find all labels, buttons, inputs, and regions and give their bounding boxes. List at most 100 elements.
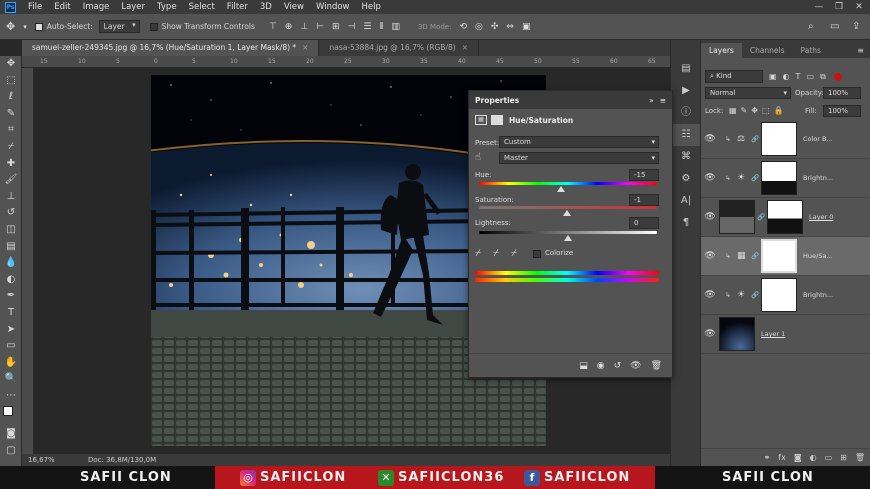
play-actions-icon[interactable]: ▶: [671, 80, 701, 102]
layer-mask-thumbnail[interactable]: [761, 239, 797, 273]
auto-align-icon[interactable]: ▥: [391, 22, 400, 32]
visibility-eye-icon[interactable]: 👁: [701, 173, 719, 183]
visibility-eye-icon[interactable]: 👁: [701, 134, 719, 144]
type-filter-icon[interactable]: T: [796, 72, 801, 81]
blur-tool-icon[interactable]: 💧: [0, 255, 22, 272]
restore-button[interactable]: ❐: [832, 0, 846, 14]
eraser-tool-icon[interactable]: ◫: [0, 222, 22, 239]
properties-icon[interactable]: ☷: [671, 124, 701, 146]
lightness-slider-thumb[interactable]: [564, 235, 572, 241]
visibility-eye-icon[interactable]: 👁: [701, 251, 719, 261]
show-transform-checkbox[interactable]: [149, 22, 158, 31]
distribute-icon[interactable]: ☰: [363, 22, 371, 32]
quick-mask-icon[interactable]: ◙: [0, 426, 22, 443]
menu-view[interactable]: View: [278, 2, 310, 12]
view-previous-icon[interactable]: ◉: [597, 361, 605, 371]
menu-filter[interactable]: Filter: [221, 2, 254, 12]
saturation-input[interactable]: -1: [629, 194, 659, 206]
layer-name[interactable]: Layer 1: [761, 330, 785, 338]
adjustment-layer-icon[interactable]: ▦: [475, 115, 487, 125]
pixel-filter-icon[interactable]: ▣: [769, 72, 777, 81]
saturation-slider-thumb[interactable]: [563, 210, 572, 216]
stamp-tool-icon[interactable]: ⊥: [0, 189, 22, 206]
screen-mode-icon[interactable]: ▢: [0, 443, 22, 460]
move-tool-icon[interactable]: ✥: [6, 20, 15, 33]
trash-icon[interactable]: 🗑: [855, 453, 865, 462]
mask-icon[interactable]: [491, 115, 503, 125]
layer-name[interactable]: Brightn...: [803, 174, 833, 182]
layer-name[interactable]: Color B...: [803, 135, 833, 143]
foreground-color-swatch[interactable]: [3, 406, 13, 417]
smart-filter-icon[interactable]: ⧉: [820, 72, 826, 82]
move-tool-icon[interactable]: ✥: [0, 56, 22, 73]
layer-row[interactable]: 👁 ↳ ☀ 🔗 Brightn...: [701, 159, 870, 198]
adjustments-icon[interactable]: ⚙: [671, 168, 701, 190]
tab-nasa[interactable]: nasa-53884.jpg @ 16,7% (RGB/8) ×: [319, 40, 479, 56]
3d-slide-icon[interactable]: ⇔: [506, 22, 514, 32]
zoom-level[interactable]: 16,67%: [28, 456, 68, 464]
add-mask-icon[interactable]: ◙: [794, 453, 802, 462]
layer-row[interactable]: 👁 ↳ ☀ 🔗 Brightn...: [701, 276, 870, 315]
close-tab-icon[interactable]: ×: [462, 43, 468, 52]
eyedropper-icon[interactable]: ⌿: [475, 248, 481, 259]
type-tool-icon[interactable]: T: [0, 305, 22, 322]
blend-mode-dropdown[interactable]: Normal ▾: [705, 87, 791, 99]
align-hcenter-icon[interactable]: ⊞: [332, 22, 340, 32]
colorize-checkbox[interactable]: [533, 250, 541, 258]
preset-dropdown[interactable]: Custom ▾: [499, 136, 659, 148]
brush-settings-icon[interactable]: ⌘: [671, 146, 701, 168]
3d-scale-icon[interactable]: ▣: [522, 22, 531, 32]
eyedropper-plus-icon[interactable]: ⌿: [493, 248, 499, 259]
visibility-eye-icon[interactable]: 👁: [701, 329, 719, 339]
history-icon[interactable]: ▤: [671, 58, 701, 80]
fx-icon[interactable]: fx: [778, 453, 786, 462]
layer-row[interactable]: 👁 ↳ ⚖ 🔗 Color B...: [701, 120, 870, 159]
menu-image[interactable]: Image: [77, 2, 116, 12]
brush-tool-icon[interactable]: 🖌: [0, 172, 22, 189]
info-icon[interactable]: ⓘ: [671, 102, 701, 124]
layer-row-selected[interactable]: 👁 ↳ ▦ 🔗 Hue/Sa...: [701, 237, 870, 276]
kind-filter-dropdown[interactable]: ⌕ Kind: [705, 70, 763, 83]
saturation-slider[interactable]: [479, 206, 657, 209]
eyedropper-tool-icon[interactable]: ⌿: [0, 139, 22, 156]
new-layer-icon[interactable]: ⊞: [840, 453, 847, 462]
tab-layers[interactable]: Layers: [701, 43, 742, 58]
lasso-tool-icon[interactable]: ℓ: [0, 89, 22, 106]
shape-filter-icon[interactable]: ▭: [806, 72, 814, 81]
lightness-input[interactable]: 0: [629, 217, 659, 229]
paragraph-icon[interactable]: ¶: [671, 212, 701, 234]
search-icon[interactable]: ⌕: [808, 21, 814, 32]
menu-type[interactable]: Type: [151, 2, 183, 12]
quick-select-tool-icon[interactable]: ✎: [0, 106, 22, 123]
align-right-icon[interactable]: ⊣: [348, 22, 356, 32]
zoom-tool-icon[interactable]: 🔍: [0, 371, 22, 388]
clip-to-layer-icon[interactable]: ⬓: [579, 361, 588, 371]
menu-edit[interactable]: Edit: [48, 2, 76, 12]
layer-row[interactable]: 👁 Layer 1: [701, 315, 870, 354]
fill-input[interactable]: 100%: [823, 105, 861, 117]
pen-tool-icon[interactable]: ✒: [0, 288, 22, 305]
trash-icon[interactable]: 🗑: [651, 361, 662, 371]
menu-window[interactable]: Window: [310, 2, 356, 12]
hue-slider[interactable]: [479, 182, 657, 185]
color-swatches[interactable]: [0, 404, 22, 426]
targeted-adjustment-hand-icon[interactable]: ☝: [475, 152, 481, 163]
new-group-icon[interactable]: ▭: [825, 453, 833, 462]
menu-file[interactable]: File: [22, 2, 48, 12]
layer-mask-thumbnail[interactable]: [761, 278, 797, 312]
new-adjustment-icon[interactable]: ◐: [810, 453, 817, 462]
healing-tool-icon[interactable]: ✚: [0, 156, 22, 173]
layer-thumbnail[interactable]: [719, 317, 755, 351]
3d-pan-icon[interactable]: ✣: [491, 22, 499, 32]
tool-preset-chevron-icon[interactable]: ▾: [23, 23, 27, 31]
layer-mask-thumbnail[interactable]: [761, 122, 797, 156]
history-brush-icon[interactable]: ↺: [0, 205, 22, 222]
minimize-button[interactable]: —: [812, 0, 826, 14]
align-bottom-icon[interactable]: ⊥: [300, 22, 308, 32]
lock-icons[interactable]: ▦✎✥⬚🔒: [729, 106, 787, 115]
auto-select-dropdown[interactable]: Layer: [98, 20, 140, 33]
workspace-icon[interactable]: ▭: [830, 21, 839, 32]
hand-tool-icon[interactable]: ✋: [0, 355, 22, 372]
layer-thumbnail[interactable]: [719, 200, 755, 234]
channel-dropdown[interactable]: Master ▾: [499, 152, 659, 164]
